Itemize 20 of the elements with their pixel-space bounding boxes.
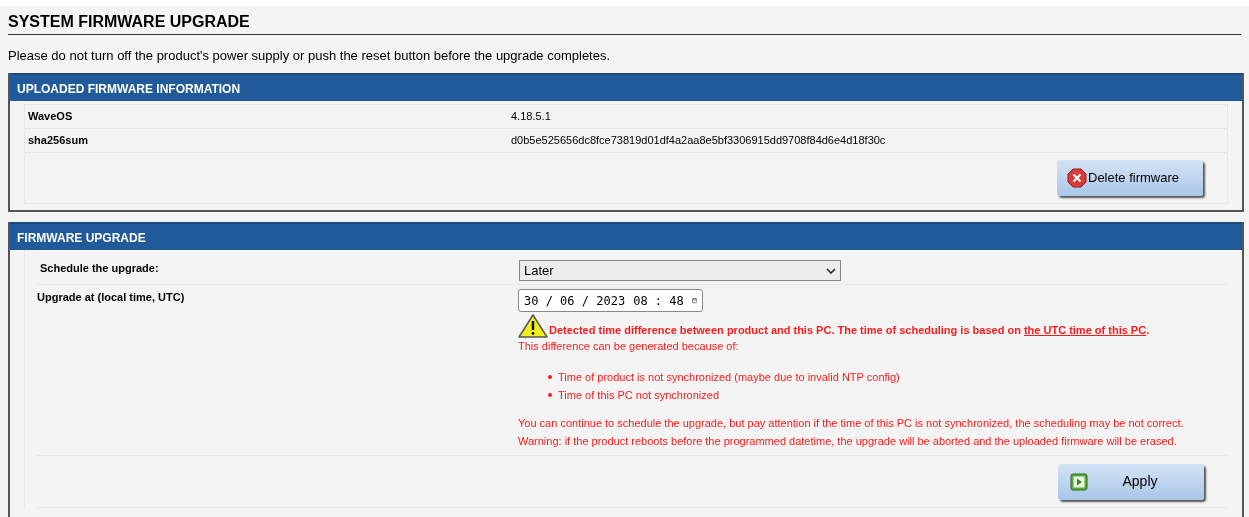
row-label: sha256sum [27,133,89,149]
page-title: SYSTEM FIRMWARE UPGRADE [8,12,1241,35]
reason-text: Time of product is not synchronized (maybe due to invalid NTP config) [558,370,900,385]
row-value: 4.18.5.1 [511,109,551,125]
field-label: Upgrade at (local time, UTC) [37,290,186,305]
panel-header: UPLOADED FIRMWARE INFORMATION [10,73,1242,101]
field-label: Schedule the upgrade: [39,261,160,276]
panel-header: FIRMWARE UPGRADE [10,222,1242,250]
reason-text: Time of this PC not synchronized [558,388,719,403]
apply-button[interactable]: Apply [1058,463,1204,500]
warning-text: You can continue to schedule the upgrade, but pay attention if the time of this PC is not synchronized, the scheduling may be not correct. [518,416,1184,431]
warning-headline: Detected time difference between product and this PC. The time of scheduling is based on the UTC time of this PC. [549,323,1150,337]
warning-text: Warning: if the product reboots before the programmed datetime, the upgrade will be aborted and the uploaded firmware will be erased. [518,434,1178,449]
warning-text: This difference can be generated because of: [518,339,740,354]
datetime-field[interactable]: 30 / 06 / 2023 08 : 48 [518,289,703,312]
delete-firmware-button[interactable]: Delete firmware [1057,160,1203,196]
row-label: WaveOS [27,109,74,125]
row-value: d0b5e525656dc8fce73819d01df4a2aa8e5bf3306915dd9708f84d6e4d18f30c [511,133,886,149]
notice-text: Please do not turn off the product's power supply or push the reset button before the upgrade completes. [8,48,612,64]
schedule-select[interactable]: Later [519,260,841,281]
